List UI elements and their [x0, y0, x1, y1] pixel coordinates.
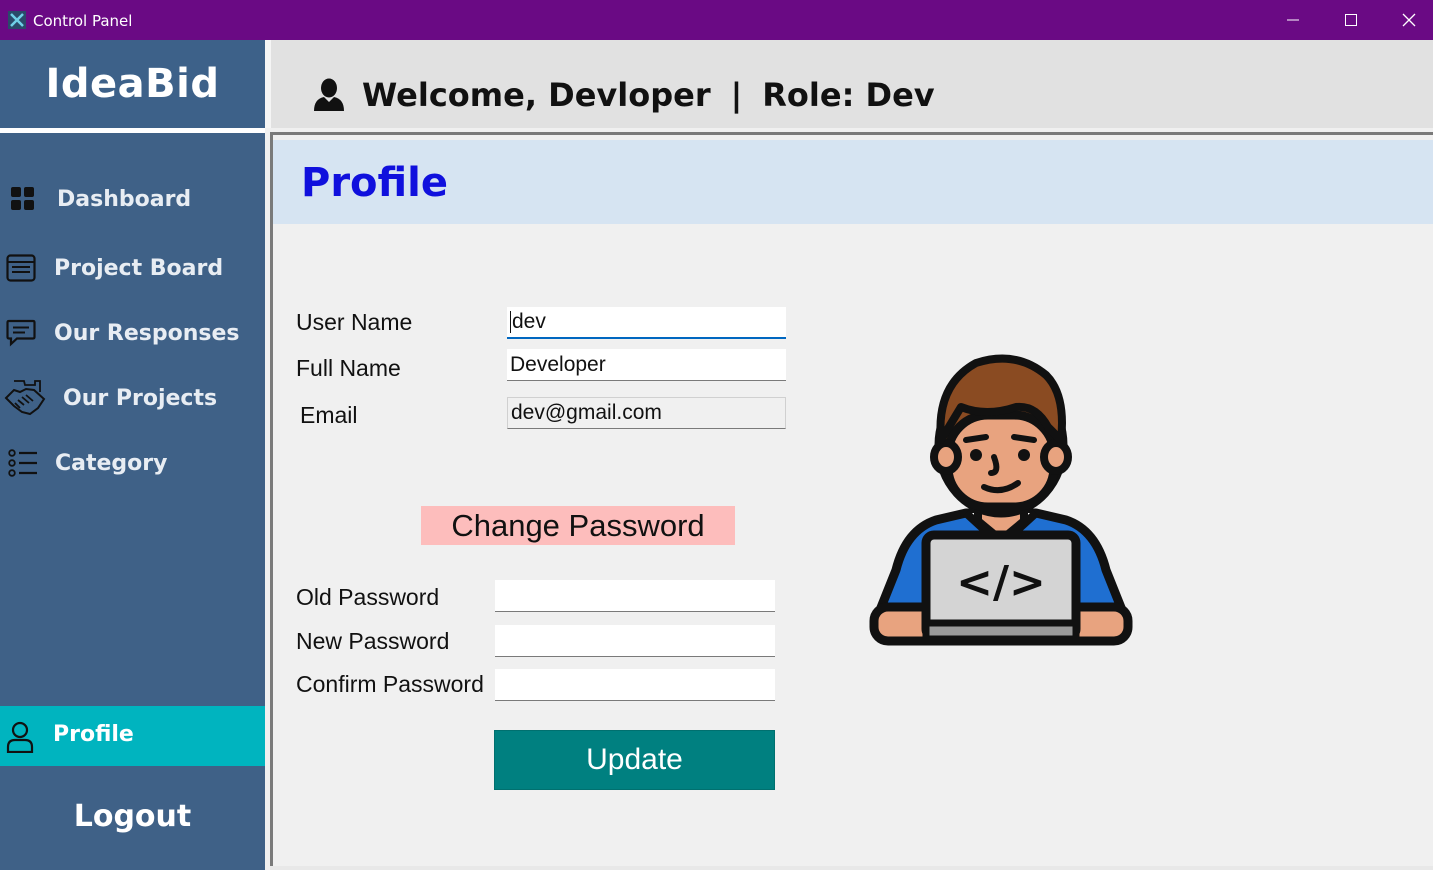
username-field[interactable]: dev [507, 307, 786, 339]
old-password-label: Old Password [296, 584, 440, 610]
sidebar-item-label: Project Board [54, 255, 224, 281]
window-titlebar: Control Panel [0, 0, 1433, 40]
bottom-divider [270, 866, 1433, 870]
user-silhouette-icon [314, 78, 344, 111]
sidebar-item-label: Category [55, 450, 168, 476]
text-caret [510, 311, 511, 333]
sidebar-item-label: Profile [53, 722, 134, 747]
email-value: dev@gmail.com [511, 401, 662, 424]
handshake-icon [4, 380, 46, 416]
new-password-field[interactable] [495, 625, 775, 657]
fullname-field[interactable]: Developer [507, 349, 786, 381]
change-password-heading: Change Password [421, 506, 735, 545]
logo-divider [0, 128, 265, 133]
content-panel [270, 132, 1433, 870]
minimize-icon [1287, 19, 1299, 21]
sidebar-item-project-board[interactable]: Project Board [0, 243, 265, 293]
developer-laptop-icon: </> [869, 354, 1133, 646]
confirm-password-label: Confirm Password [296, 671, 484, 697]
chat-icon [6, 319, 36, 347]
new-password-label: New Password [296, 628, 450, 654]
old-password-field[interactable] [495, 580, 775, 612]
user-icon [6, 721, 34, 753]
update-button[interactable]: Update [494, 730, 775, 790]
header-separator: | [730, 76, 743, 114]
maximize-button[interactable] [1322, 0, 1380, 40]
update-label: Update [586, 743, 683, 776]
email-label: Email [300, 402, 358, 428]
maximize-icon [1345, 14, 1357, 26]
minimize-button[interactable] [1264, 0, 1322, 40]
window-title: Control Panel [33, 12, 133, 30]
welcome-banner: Welcome, Devloper | Role: Dev [312, 73, 935, 117]
list-icon [8, 449, 37, 477]
sidebar-item-label: Dashboard [57, 186, 192, 212]
sidebar-item-our-projects[interactable]: Our Projects [0, 373, 265, 423]
sidebar-item-label: Our Responses [54, 320, 240, 346]
page-title: Profile [301, 160, 449, 206]
sidebar-item-category[interactable]: Category [0, 438, 265, 488]
close-button[interactable] [1380, 0, 1433, 40]
sidebar-item-dashboard[interactable]: Dashboard [0, 174, 265, 224]
fullname-label: Full Name [296, 355, 401, 381]
close-icon [1402, 13, 1416, 27]
logo-text: IdeaBid [45, 61, 220, 107]
sidebar-item-profile[interactable]: Profile [0, 706, 265, 766]
welcome-text: Welcome, Devloper [362, 76, 711, 114]
logo: IdeaBid [0, 40, 265, 128]
confirm-password-field[interactable] [495, 669, 775, 701]
username-label: User Name [296, 309, 413, 335]
logout-button[interactable]: Logout [0, 790, 265, 842]
fullname-value: Developer [510, 352, 606, 376]
board-icon [6, 254, 36, 282]
email-field[interactable]: dev@gmail.com [507, 397, 786, 429]
sidebar-item-label: Our Projects [63, 385, 218, 411]
code-symbol: </> [956, 557, 1046, 608]
role-text: Role: Dev [762, 76, 935, 114]
dashboard-icon [11, 187, 34, 210]
username-value: dev [512, 310, 546, 333]
sidebar: IdeaBid Dashboard Project Board Our Resp… [0, 40, 265, 870]
app-icon [8, 11, 26, 29]
logout-label: Logout [73, 798, 192, 834]
sidebar-item-our-responses[interactable]: Our Responses [0, 308, 265, 358]
